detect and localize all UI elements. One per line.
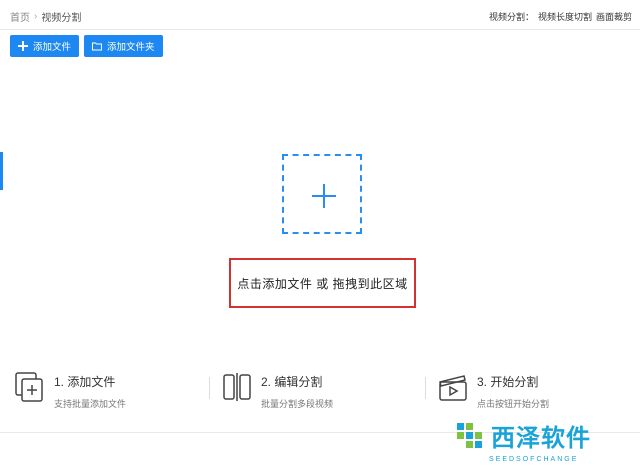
breadcrumb-separator: › bbox=[34, 11, 38, 22]
step-3-desc: 点击按钮开始分割 bbox=[477, 399, 550, 409]
watermark: 西泽软件 SEEDSOFCHANGE bbox=[455, 418, 635, 466]
steps-guide: 1. 添加文件 支持批量添加文件 2. 编辑分割 批量分割多段视频 3. 开始分… bbox=[0, 365, 640, 415]
watermark-logo-icon bbox=[455, 421, 485, 456]
toolbar: 添加文件 添加文件夹 bbox=[10, 35, 163, 57]
header-link-length-cut[interactable]: 视频长度切割 bbox=[538, 10, 592, 23]
add-folder-button[interactable]: 添加文件夹 bbox=[84, 35, 163, 57]
plus-icon bbox=[18, 41, 28, 51]
header-right-menu: 视频分割： 视频长度切割 画面裁剪 bbox=[489, 10, 632, 23]
breadcrumb-current: 视频分割 bbox=[41, 13, 82, 24]
step-divider bbox=[425, 377, 426, 399]
top-bar: 首页 › 视频分割 视频分割： 视频长度切割 画面裁剪 bbox=[0, 0, 640, 30]
step-divider bbox=[209, 377, 210, 399]
watermark-title: 西泽软件 bbox=[491, 424, 591, 452]
breadcrumb: 首页 › 视频分割 bbox=[10, 9, 81, 24]
drop-zone[interactable] bbox=[282, 154, 362, 234]
step-edit-split: 2. 编辑分割 批量分割多段视频 bbox=[221, 365, 333, 410]
add-file-step-icon bbox=[14, 371, 46, 403]
drop-hint-box[interactable]: 点击添加文件 或 拖拽到此区域 bbox=[229, 258, 416, 308]
left-accent-bar bbox=[0, 152, 3, 190]
add-file-label: 添加文件 bbox=[33, 42, 72, 53]
folder-icon bbox=[92, 41, 103, 51]
drop-hint-text: 点击添加文件 或 拖拽到此区域 bbox=[237, 276, 408, 291]
clapperboard-icon bbox=[437, 371, 469, 403]
step-3-title: 3. 开始分割 bbox=[477, 375, 539, 389]
add-folder-label: 添加文件夹 bbox=[107, 42, 155, 53]
add-file-button[interactable]: 添加文件 bbox=[10, 35, 80, 57]
add-plus-icon bbox=[312, 184, 336, 208]
step-1-desc: 支持批量添加文件 bbox=[54, 399, 127, 409]
watermark-subtitle: SEEDSOFCHANGE bbox=[489, 456, 579, 463]
breadcrumb-home[interactable]: 首页 bbox=[10, 9, 30, 24]
step-1-title: 1. 添加文件 bbox=[54, 375, 116, 389]
step-2-desc: 批量分割多段视频 bbox=[261, 399, 334, 409]
step-2-title: 2. 编辑分割 bbox=[261, 375, 323, 389]
step-start-split: 3. 开始分割 点击按钮开始分割 bbox=[437, 365, 549, 410]
header-link-crop[interactable]: 画面裁剪 bbox=[596, 10, 632, 23]
header-label-video-split: 视频分割： bbox=[488, 12, 534, 22]
step-add-file: 1. 添加文件 支持批量添加文件 bbox=[14, 365, 126, 410]
split-step-icon bbox=[221, 371, 253, 403]
